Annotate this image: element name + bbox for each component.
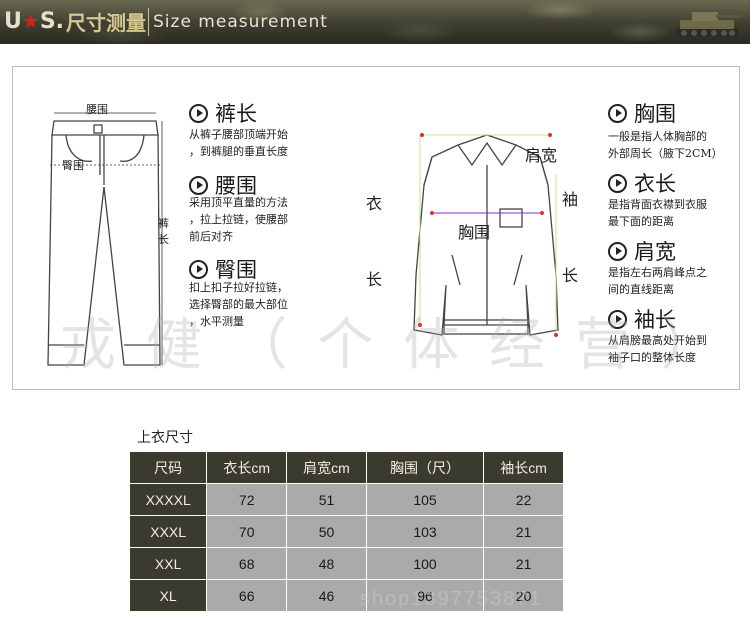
jacket-length-label-1: 衣: [366, 194, 383, 213]
jacket-chest-title: 胸围: [608, 98, 676, 128]
cell-sleeve: 22: [483, 483, 564, 516]
cell-chest: 103: [365, 515, 485, 548]
brand-logo: U ★ S. 尺寸测量: [4, 6, 146, 36]
cell-size: XXXXL: [128, 483, 208, 516]
play-icon: [608, 103, 627, 123]
brand-letter-u: U: [4, 8, 22, 34]
cell-chest: 100: [365, 547, 485, 580]
tank-icon: [676, 12, 742, 37]
pants-length-label-2: 长: [158, 233, 169, 246]
brand-letter-s: S.: [39, 8, 65, 34]
cell-chest: 105: [365, 483, 485, 516]
jacket-shoulder-title: 肩宽: [608, 236, 676, 266]
cell-shoulder: 48: [286, 547, 367, 580]
cell-sleeve: 21: [483, 515, 564, 548]
cell-length: 66: [206, 579, 288, 612]
play-icon: [189, 103, 208, 123]
cell-shoulder: 50: [286, 515, 367, 548]
table-row: XXL 68 48 100 21: [128, 547, 564, 580]
cell-size: XL: [128, 579, 208, 612]
cell-size: XXXL: [128, 515, 208, 548]
cell-shoulder: 51: [286, 483, 367, 516]
pants-hip-label: 臀围: [62, 159, 84, 172]
pants-length-label-1: 裤: [158, 217, 169, 230]
header-sleeve: 袖长cm: [483, 451, 564, 484]
pants-length-title: 裤长: [189, 98, 257, 128]
shop-watermark: 戎 健 （ 个 体 经 营 ）: [60, 313, 723, 378]
jacket-length-title: 衣长: [608, 168, 676, 198]
pants-length-desc: 从裤子腰部顶端开始 ，到裤腿的垂直长度: [189, 128, 288, 158]
cell-sleeve: 21: [483, 547, 564, 580]
jacket-sleeve-label-2: 长: [562, 266, 579, 285]
table-row: XXXXL 72 51 105 22: [128, 483, 564, 516]
play-icon: [608, 241, 627, 261]
cell-length: 72: [206, 483, 288, 516]
jacket-chest-label: 胸围: [458, 223, 491, 242]
jacket-shoulder-desc: 是指左右两肩峰点之 间的直线距离: [608, 266, 707, 296]
header-shoulder: 肩宽cm: [286, 451, 367, 484]
jacket-chest-desc: 一般是指人体胸部的 外部周长（腋下2CM）: [608, 130, 723, 160]
cell-length: 68: [206, 547, 288, 580]
pants-waist-desc: 采用顶平直量的方法 ，拉上拉链，使腰部 前后对齐: [189, 196, 288, 243]
header-banner: U ★ S. 尺寸测量 Size measurement: [0, 0, 750, 44]
shop-id-watermark: shop1397753871: [360, 588, 543, 610]
star-icon: ★: [21, 9, 40, 33]
header-size: 尺码: [128, 451, 208, 484]
play-icon: [189, 175, 208, 195]
header-chest: 胸围（尺）: [365, 451, 485, 484]
banner-divider: [148, 8, 149, 36]
table-row: XXXL 70 50 103 21: [128, 515, 564, 548]
jacket-shoulder-label: 肩宽: [525, 146, 558, 165]
jacket-sleeve-label-1: 袖: [562, 190, 579, 209]
banner-title-en: Size measurement: [153, 12, 328, 32]
jacket-length-label-2: 长: [366, 270, 383, 289]
header-length: 衣长cm: [206, 451, 288, 484]
jacket-length-desc: 是指背面衣襟到衣服 最下面的距离: [608, 198, 707, 228]
play-icon: [608, 173, 627, 193]
cell-shoulder: 46: [286, 579, 367, 612]
cell-length: 70: [206, 515, 288, 548]
brand-title-cn: 尺寸测量: [66, 10, 147, 35]
pants-waist-label: 腰围: [86, 103, 108, 116]
play-icon: [189, 259, 208, 279]
cell-size: XXL: [128, 547, 208, 580]
table-caption: 上衣尺寸: [137, 430, 193, 446]
table-header-row: 尺码 衣长cm 肩宽cm 胸围（尺） 袖长cm: [128, 451, 564, 484]
